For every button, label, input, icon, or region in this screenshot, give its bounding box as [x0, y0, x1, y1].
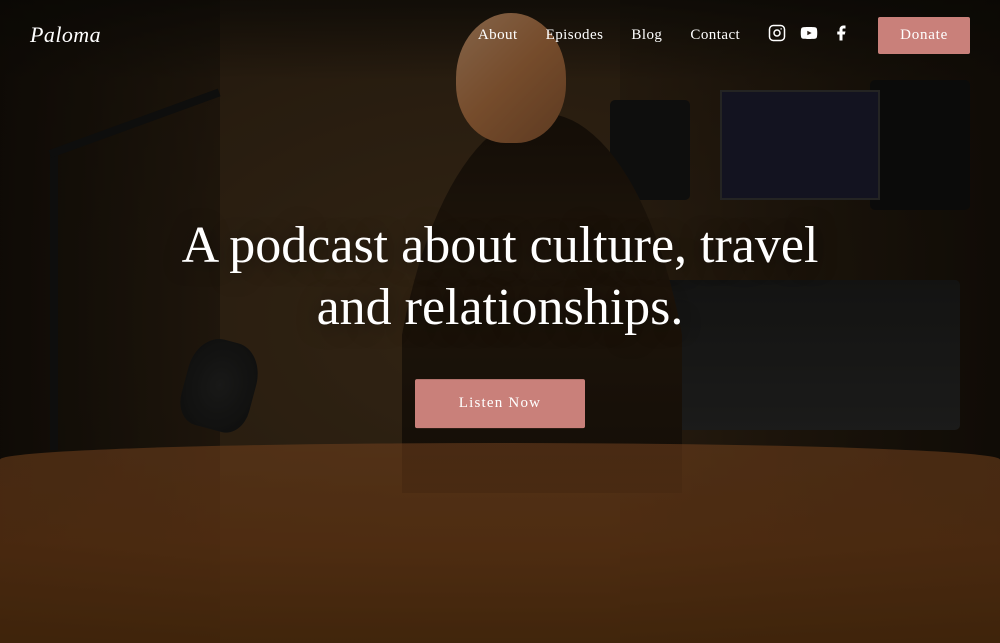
hero-section: Paloma About Episodes Blog Contact	[0, 0, 1000, 643]
nav-link-episodes[interactable]: Episodes	[546, 27, 604, 44]
social-icons	[768, 24, 850, 47]
nav-link-about[interactable]: About	[478, 27, 518, 44]
youtube-icon[interactable]	[800, 24, 818, 47]
hero-headline: A podcast about culture, travel and rela…	[160, 215, 840, 340]
hero-content: A podcast about culture, travel and rela…	[160, 215, 840, 429]
nav-right: About Episodes Blog Contact	[478, 17, 970, 54]
listen-now-button[interactable]: Listen Now	[415, 379, 585, 428]
instagram-icon[interactable]	[768, 24, 786, 47]
navigation: Paloma About Episodes Blog Contact	[0, 0, 1000, 70]
donate-button[interactable]: Donate	[878, 17, 970, 54]
facebook-icon[interactable]	[832, 24, 850, 47]
site-logo[interactable]: Paloma	[30, 22, 101, 48]
nav-link-contact[interactable]: Contact	[690, 27, 740, 44]
nav-link-blog[interactable]: Blog	[631, 27, 662, 44]
